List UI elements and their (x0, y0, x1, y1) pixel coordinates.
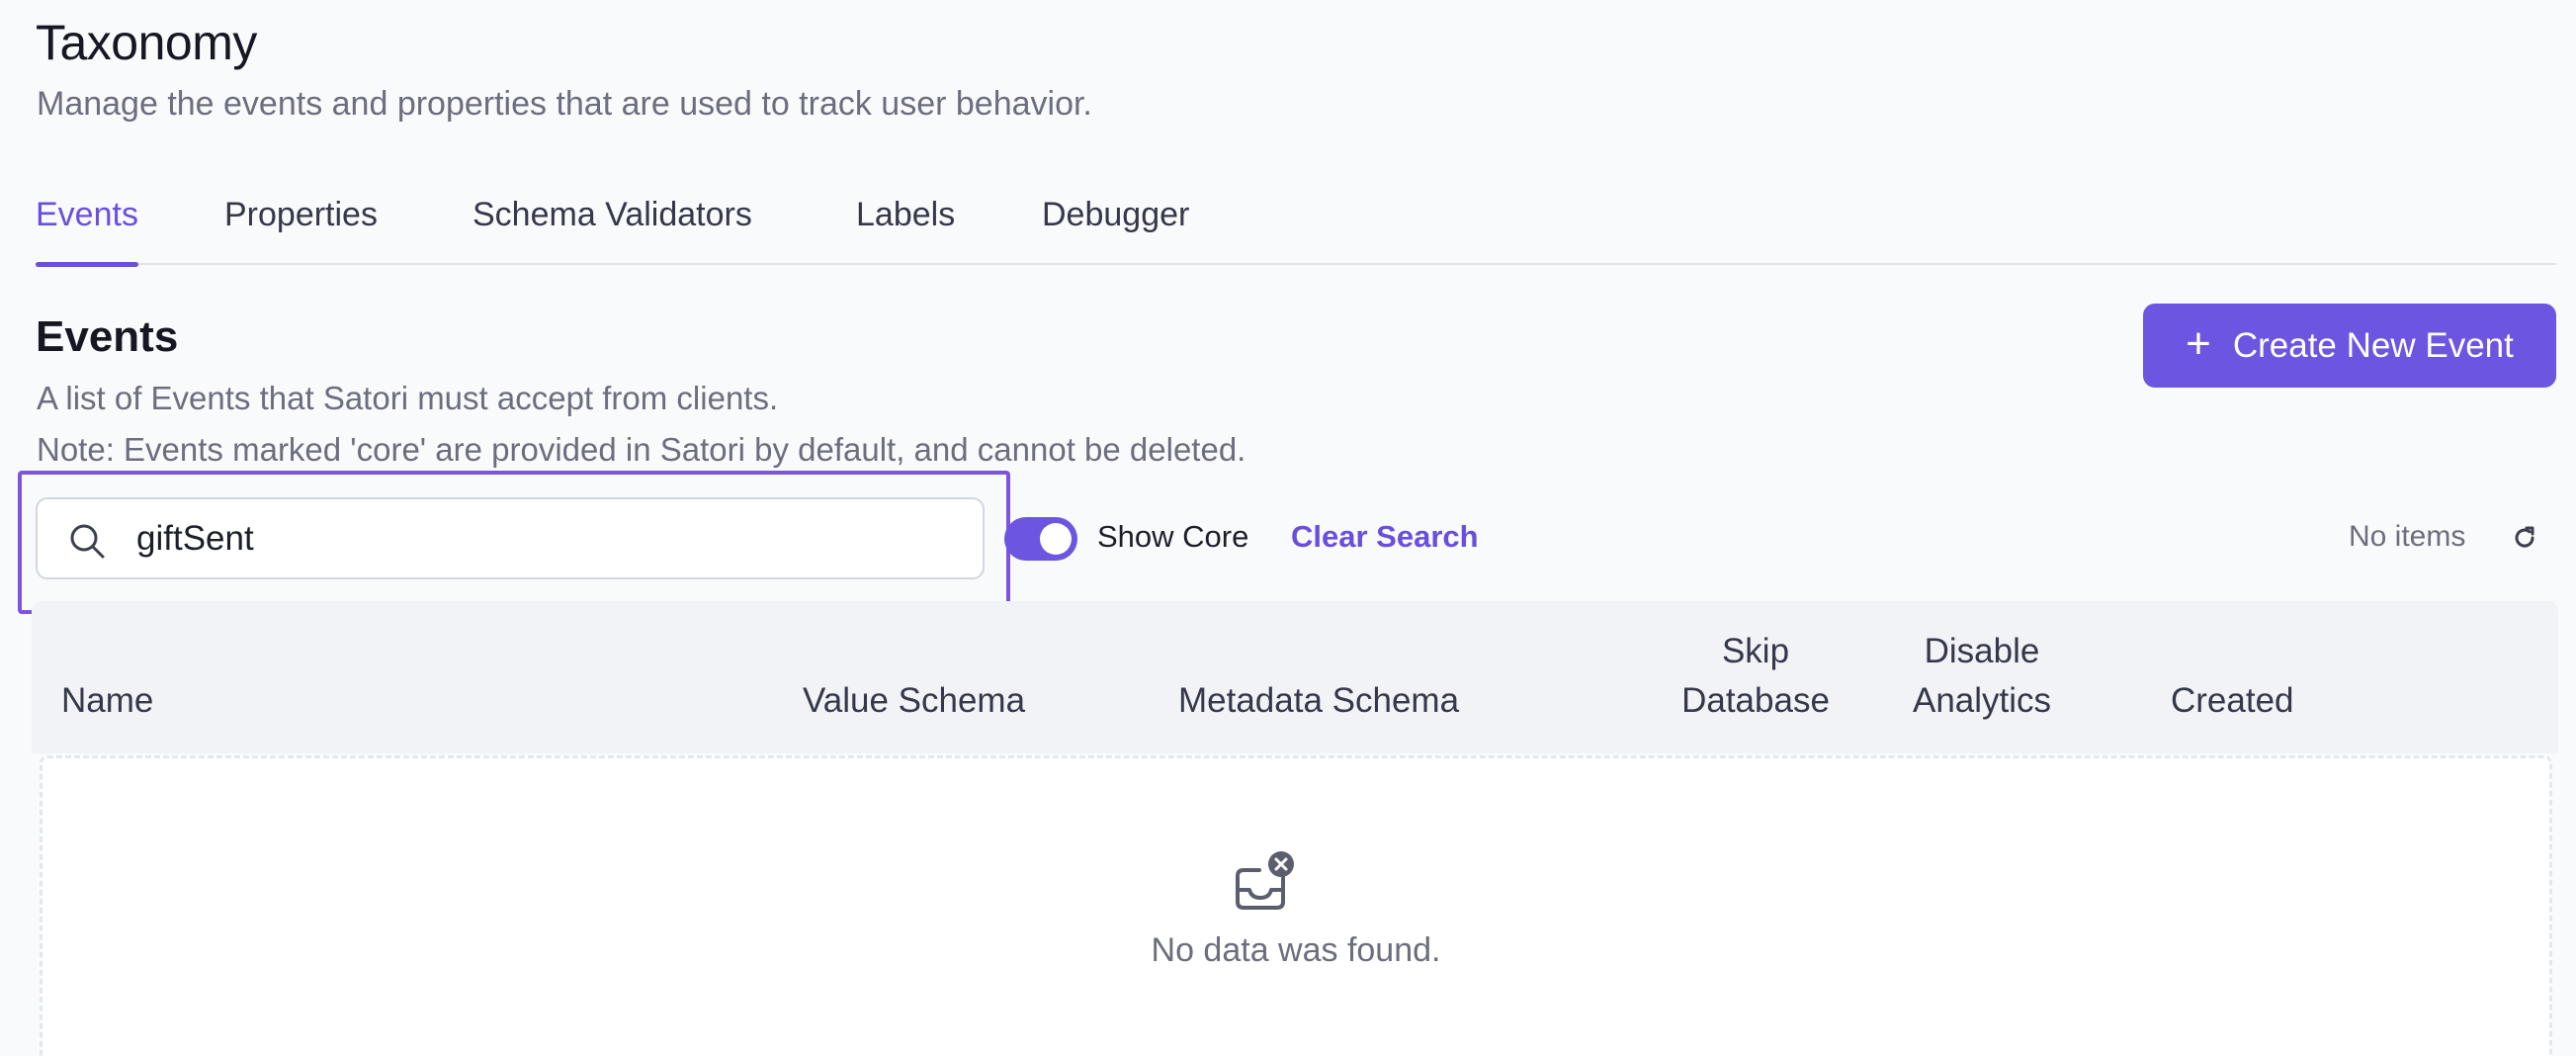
clear-search-link[interactable]: Clear Search (1291, 519, 1479, 555)
section-title: Events (36, 312, 179, 361)
tab-events[interactable]: Events (36, 196, 138, 267)
column-header-disable-analytics-line2: Analytics (1912, 681, 2052, 720)
section-description: A list of Events that Satori must accept… (37, 380, 779, 416)
column-header-value-schema[interactable]: Value Schema (803, 676, 1025, 726)
column-header-value-schema-label: Value Schema (803, 681, 1026, 720)
plus-icon: + (2186, 318, 2211, 368)
table-header: Name Value Schema Metadata Schema Skip D… (32, 601, 2558, 753)
tab-debugger[interactable]: Debugger (1042, 196, 1189, 265)
create-new-event-label: Create New Event (2232, 325, 2514, 365)
column-header-metadata-schema[interactable]: Metadata Schema (1178, 676, 1459, 726)
toggle-knob (1040, 523, 1072, 555)
column-header-name[interactable]: Name (61, 676, 153, 726)
tab-schema-validators[interactable]: Schema Validators (472, 196, 752, 265)
column-header-skip-database-line1: Skip (1721, 632, 1790, 670)
column-header-disable-analytics-line1: Disable (1924, 632, 2040, 670)
column-header-skip-database-line2: Database (1681, 681, 1830, 720)
column-header-name-label: Name (61, 681, 154, 720)
section-note: Note: Events marked 'core' are provided … (37, 431, 1246, 468)
tab-bar: Events Properties Schema Validators Labe… (36, 188, 2556, 267)
show-core-label: Show Core (1097, 519, 1249, 554)
page-title: Taxonomy (36, 15, 257, 70)
column-header-created-label: Created (2171, 681, 2294, 720)
column-header-disable-analytics[interactable]: Disable Analytics (1868, 627, 2096, 726)
empty-inbox-icon (1236, 851, 1294, 910)
column-header-created[interactable]: Created (2171, 676, 2294, 726)
tab-properties[interactable]: Properties (224, 196, 378, 265)
column-header-skip-database[interactable]: Skip Database (1647, 627, 1864, 726)
item-count-text: No items (2349, 520, 2466, 553)
show-core-toggle[interactable] (1004, 517, 1077, 561)
tab-labels[interactable]: Labels (856, 196, 955, 265)
search-icon (70, 524, 105, 559)
page-subtitle: Manage the events and properties that ar… (37, 85, 1092, 123)
search-input[interactable] (136, 509, 947, 569)
search-field[interactable] (36, 497, 985, 579)
create-new-event-button[interactable]: + Create New Event (2143, 304, 2556, 388)
column-header-metadata-schema-label: Metadata Schema (1178, 681, 1460, 720)
empty-state-text: No data was found. (1151, 931, 1441, 969)
refresh-icon[interactable] (2511, 524, 2538, 552)
